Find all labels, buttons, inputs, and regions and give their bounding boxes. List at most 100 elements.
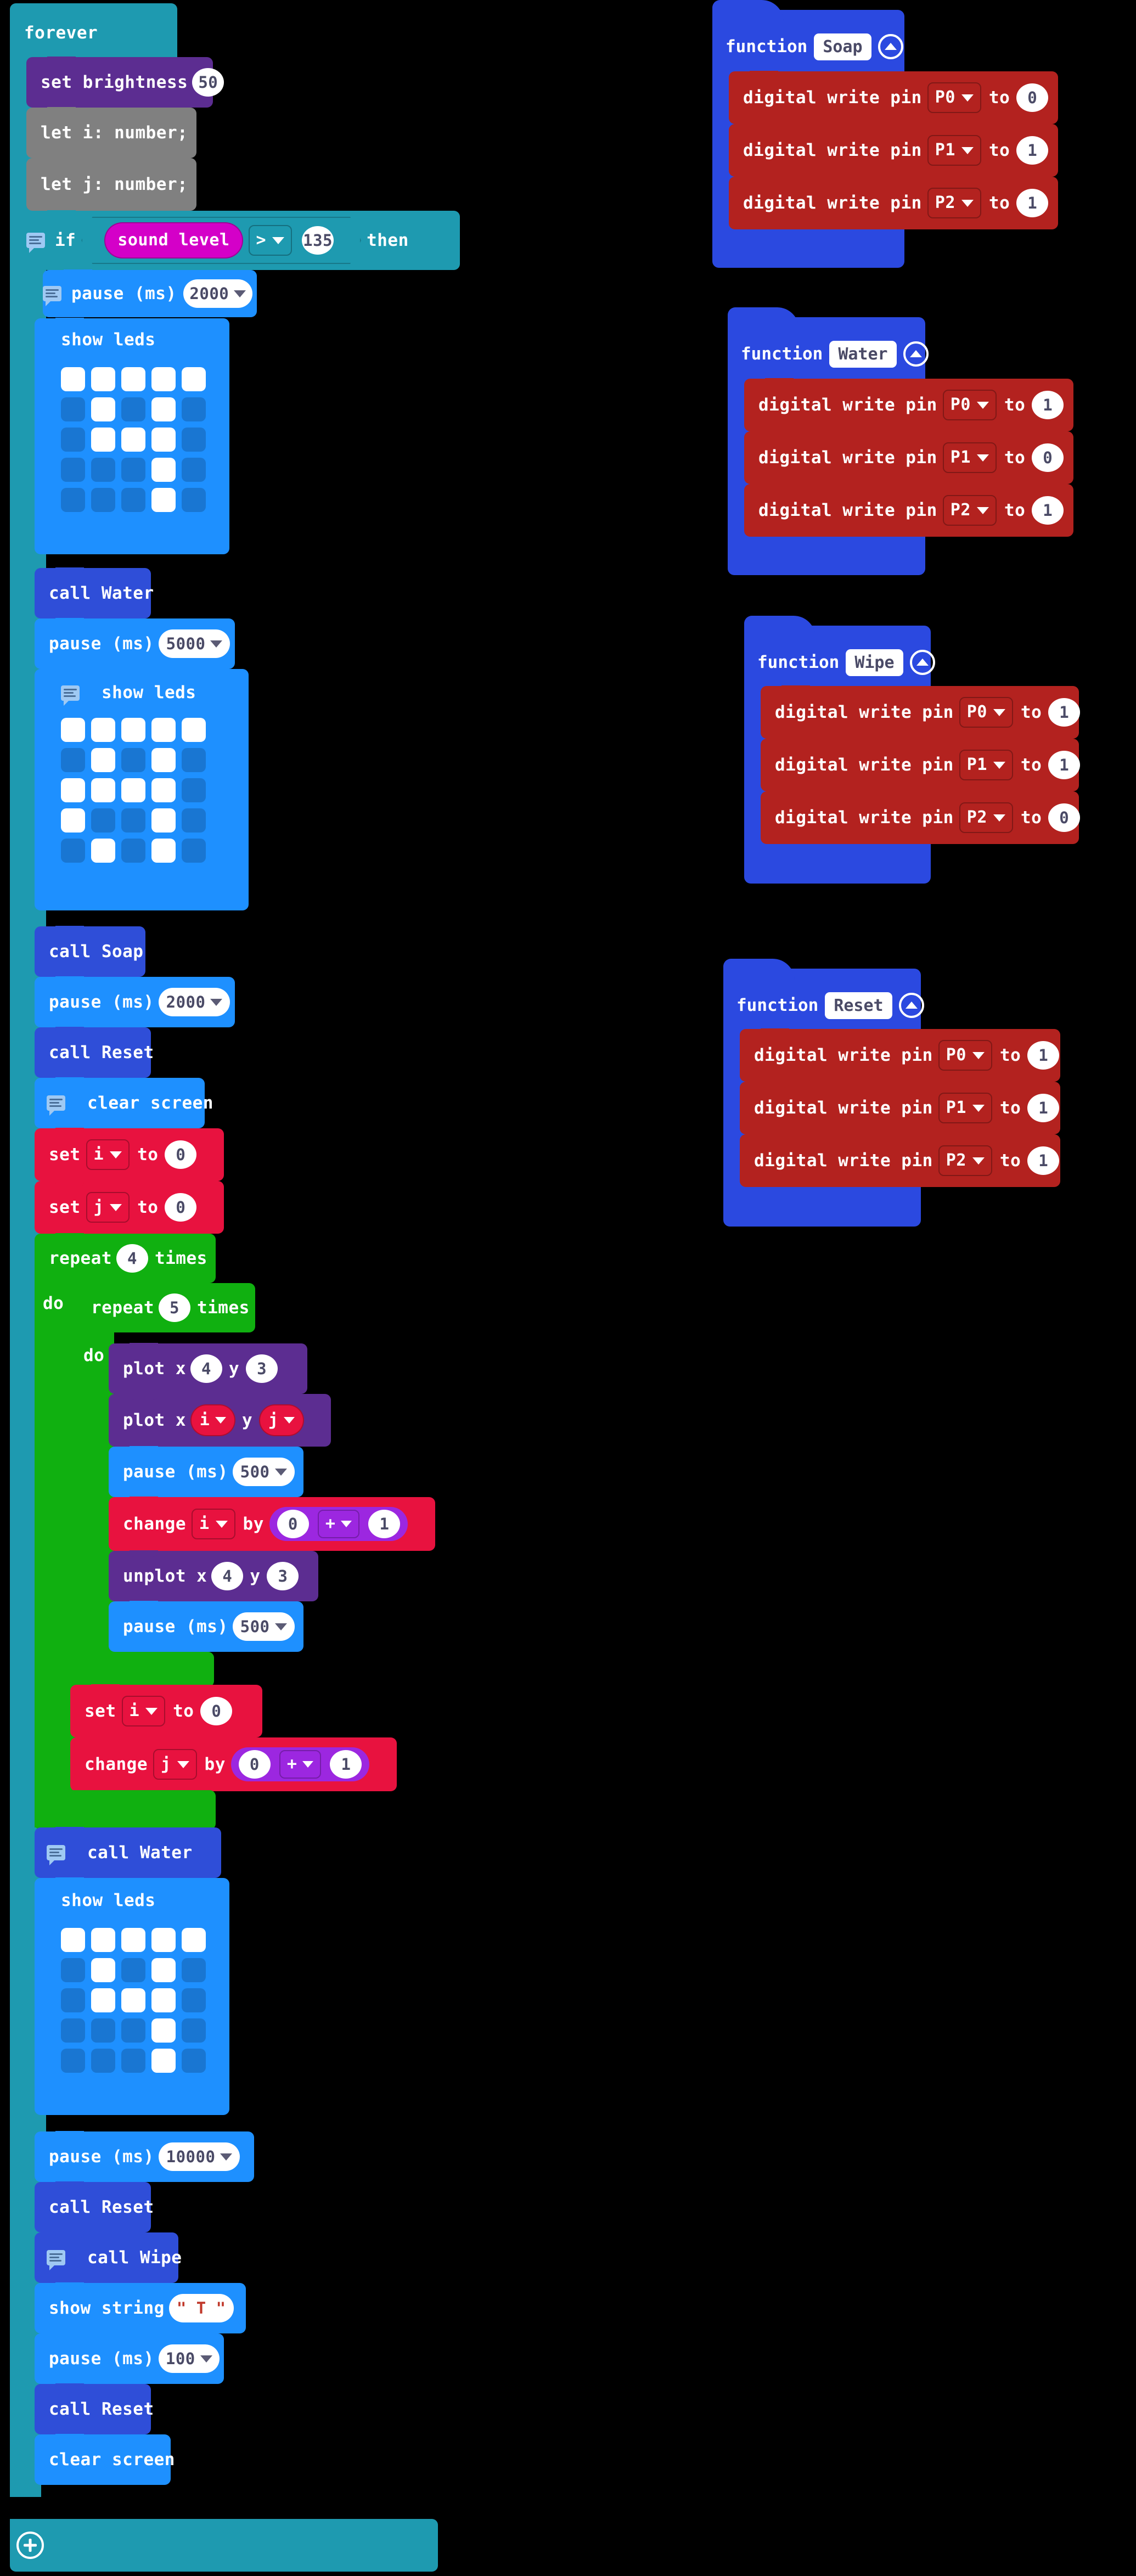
math-operand-b-field[interactable]: 1 xyxy=(330,1750,362,1779)
pause-value-field[interactable]: 2000 xyxy=(158,988,230,1016)
call-reset-block-3[interactable]: call Reset xyxy=(35,2383,154,2434)
forever-footer[interactable] xyxy=(10,2519,438,2572)
pin-value-field[interactable]: 1 xyxy=(1032,496,1064,525)
led-cell[interactable] xyxy=(182,748,206,772)
led-cell[interactable] xyxy=(91,2049,115,2073)
plot-y-field[interactable]: 3 xyxy=(246,1354,278,1383)
plot-fixed-block[interactable]: plot x 4 y 3 xyxy=(109,1343,307,1394)
pin-dropdown[interactable]: P0 xyxy=(938,1040,992,1071)
variable-j-dropdown[interactable]: j xyxy=(86,1192,130,1223)
led-cell[interactable] xyxy=(121,748,145,772)
math-operand-a-field[interactable]: 0 xyxy=(277,1510,309,1538)
call-reset-block-1[interactable]: call Reset xyxy=(35,1027,154,1078)
math-operator-dropdown[interactable]: + xyxy=(317,1510,360,1538)
led-cell[interactable] xyxy=(61,1928,85,1952)
set-i-reset-block[interactable]: set i to 0 xyxy=(70,1684,262,1737)
led-cell[interactable] xyxy=(151,839,176,863)
digital-write-block[interactable]: digital write pin P2 to 0 xyxy=(761,791,1081,844)
math-operand-b-field[interactable]: 1 xyxy=(368,1510,401,1538)
show-leds-block-3[interactable]: show leds xyxy=(35,1877,229,2115)
pin-dropdown[interactable]: P2 xyxy=(959,802,1013,833)
led-cell[interactable] xyxy=(61,778,85,802)
collapse-up-icon[interactable] xyxy=(878,34,903,59)
pause-value-field[interactable]: 10000 xyxy=(158,2142,240,2171)
change-j-block[interactable]: change j by 0 + 1 xyxy=(70,1737,397,1791)
led-cell[interactable] xyxy=(91,1928,115,1952)
pin-value-field[interactable]: 1 xyxy=(1027,1041,1060,1070)
call-water-block-2[interactable]: call Water xyxy=(35,1827,221,1878)
change-i-block[interactable]: change i by 0 + 1 xyxy=(109,1497,435,1551)
led-cell[interactable] xyxy=(91,748,115,772)
pause-value-field[interactable]: 2000 xyxy=(183,279,252,308)
collapse-up-icon[interactable] xyxy=(903,341,929,367)
repeat-inner-block[interactable]: repeat 5 times xyxy=(77,1283,255,1332)
pin-value-field[interactable]: 0 xyxy=(1032,443,1064,472)
comment-icon[interactable] xyxy=(47,1845,65,1865)
led-cell[interactable] xyxy=(182,488,206,512)
function-name-reset[interactable]: Reset xyxy=(825,992,892,1019)
led-cell[interactable] xyxy=(91,778,115,802)
pin-dropdown[interactable]: P0 xyxy=(942,390,997,420)
comment-icon[interactable] xyxy=(47,2250,65,2270)
led-cell[interactable] xyxy=(61,367,85,391)
led-matrix-3[interactable] xyxy=(61,1928,206,2073)
pin-dropdown[interactable]: P1 xyxy=(927,135,981,166)
digital-write-block[interactable]: digital write pin P0 to 0 xyxy=(729,71,1058,124)
pin-value-field[interactable]: 1 xyxy=(1016,136,1049,165)
digital-write-block[interactable]: digital write pin P1 to 1 xyxy=(761,738,1081,791)
led-cell[interactable] xyxy=(91,367,115,391)
led-cell[interactable] xyxy=(121,1928,145,1952)
led-cell[interactable] xyxy=(182,778,206,802)
if-condition-slot[interactable]: sound level > 135 xyxy=(81,217,361,264)
repeat-inner-count-field[interactable]: 5 xyxy=(158,1293,190,1322)
pause-value-field[interactable]: 500 xyxy=(232,1612,295,1641)
led-cell[interactable] xyxy=(61,839,85,863)
pin-dropdown[interactable]: P2 xyxy=(938,1145,992,1176)
digital-write-block[interactable]: digital write pin P0 to 1 xyxy=(761,685,1081,739)
led-cell[interactable] xyxy=(151,397,176,421)
led-cell[interactable] xyxy=(182,367,206,391)
show-string-block[interactable]: show string " T " xyxy=(35,2282,246,2333)
clear-screen-block-2[interactable]: clear screen xyxy=(35,2434,175,2485)
led-cell[interactable] xyxy=(61,488,85,512)
led-cell[interactable] xyxy=(121,718,145,742)
sound-level-reporter[interactable]: sound level xyxy=(104,222,243,258)
led-cell[interactable] xyxy=(61,1958,85,1982)
unplot-y-field[interactable]: 3 xyxy=(267,1562,299,1590)
led-cell[interactable] xyxy=(151,428,176,452)
led-cell[interactable] xyxy=(151,1928,176,1952)
led-cell[interactable] xyxy=(182,839,206,863)
digital-write-block[interactable]: digital write pin P2 to 1 xyxy=(740,1134,1060,1187)
pause-block-2[interactable]: pause (ms) 5000 xyxy=(35,618,235,669)
unplot-x-field[interactable]: 4 xyxy=(211,1562,244,1590)
call-soap-block[interactable]: call Soap xyxy=(35,926,145,977)
set-j-block[interactable]: set j to 0 xyxy=(35,1180,224,1234)
call-reset-block-2[interactable]: call Reset xyxy=(35,2181,154,2232)
pause-block-7[interactable]: pause (ms) 100 xyxy=(35,2333,224,2384)
set-i-value-field[interactable]: 0 xyxy=(165,1140,197,1169)
led-cell[interactable] xyxy=(121,808,145,833)
led-cell[interactable] xyxy=(121,1988,145,2012)
plot-y-variable-reporter[interactable]: j xyxy=(259,1404,305,1436)
pause-block-4[interactable]: pause (ms) 500 xyxy=(109,1446,303,1497)
led-cell[interactable] xyxy=(121,839,145,863)
forever-block[interactable]: forever xyxy=(10,3,177,63)
show-leds-block-2[interactable]: show leds xyxy=(35,668,249,910)
led-cell[interactable] xyxy=(91,1958,115,1982)
led-cell[interactable] xyxy=(182,1958,206,1982)
digital-write-block[interactable]: digital write pin P0 to 1 xyxy=(744,378,1073,431)
pin-dropdown[interactable]: P2 xyxy=(942,495,997,526)
digital-write-block[interactable]: digital write pin P2 to 1 xyxy=(729,176,1058,229)
led-cell[interactable] xyxy=(121,428,145,452)
pin-dropdown[interactable]: P1 xyxy=(938,1093,992,1123)
led-cell[interactable] xyxy=(182,458,206,482)
led-matrix-2[interactable] xyxy=(61,718,206,863)
pin-value-field[interactable]: 1 xyxy=(1048,698,1081,727)
pin-dropdown[interactable]: P0 xyxy=(927,82,981,113)
led-cell[interactable] xyxy=(121,488,145,512)
variable-j-dropdown[interactable]: j xyxy=(153,1749,197,1780)
math-add-expression-j[interactable]: 0 + 1 xyxy=(230,1747,370,1781)
function-name-water[interactable]: Water xyxy=(829,340,897,368)
pin-value-field[interactable]: 1 xyxy=(1032,391,1064,419)
led-cell[interactable] xyxy=(151,778,176,802)
